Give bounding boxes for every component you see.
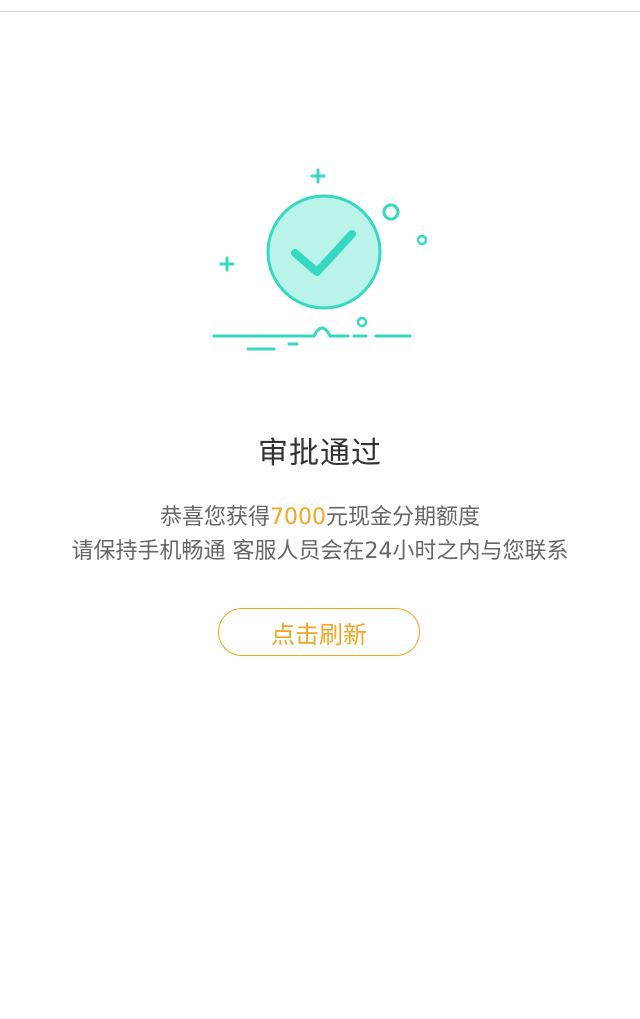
credit-message: 恭喜您获得7000元现金分期额度 [0,499,640,531]
credit-message-suffix: 元现金分期额度 [326,505,481,530]
top-divider [0,0,640,12]
page-title: 审批通过 [258,436,382,471]
contact-message: 请保持手机畅通 客服人员会在24小时之内与您联系 [71,539,569,564]
credit-amount: 7000 [270,505,326,530]
refresh-button[interactable]: 点击刷新 [218,608,420,656]
success-illustration [200,160,440,360]
check-circle-icon [212,168,428,351]
credit-message-prefix: 恭喜您获得 [159,505,270,530]
